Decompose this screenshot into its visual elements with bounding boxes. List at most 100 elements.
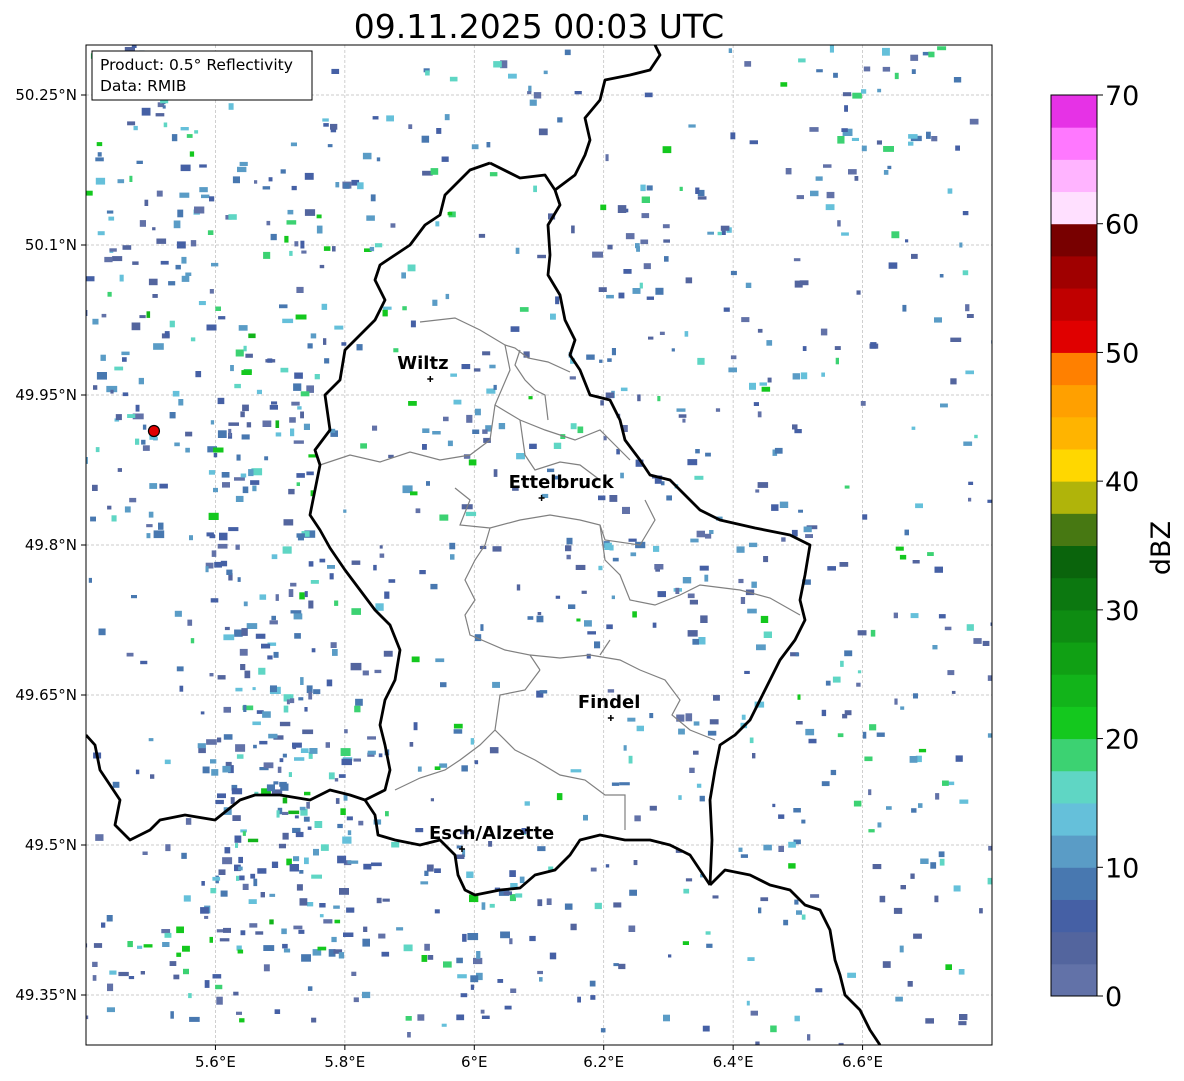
echo-cell (696, 783, 702, 788)
echo-cell (709, 719, 719, 725)
echo-cell (489, 747, 499, 754)
echo-cell (749, 140, 758, 145)
echo-cell (390, 223, 396, 228)
echo-cell (424, 870, 429, 876)
echo-cell (852, 92, 862, 99)
echo-cell (420, 881, 429, 885)
echo-cell (862, 514, 868, 520)
echo-cell (135, 404, 140, 412)
echo-cell (322, 118, 329, 122)
echo-cell (179, 685, 184, 692)
echo-cell (539, 977, 543, 982)
echo-cell (136, 160, 143, 164)
echo-cell (888, 262, 898, 269)
echo-cell (122, 357, 127, 362)
echo-cell (264, 456, 269, 461)
echo-cell (876, 732, 885, 737)
echo-cell (241, 628, 248, 636)
echo-cell (296, 533, 305, 538)
echo-cell (422, 428, 430, 433)
echo-cell (146, 311, 151, 318)
echo-cell (95, 157, 104, 162)
echo-cell (649, 805, 657, 811)
echo-cell (820, 328, 828, 336)
echo-cell (900, 706, 905, 710)
echo-cell (307, 826, 312, 830)
colorbar-ticks: 0 10 20 30 40 50 60 70 (1097, 81, 1139, 1013)
echo-cell (550, 313, 556, 320)
echo-cell (351, 560, 361, 565)
echo-cell (410, 320, 416, 328)
echo-cell (857, 630, 867, 636)
echo-cell (324, 358, 330, 364)
echo-cell (415, 508, 421, 514)
x-tick-label: 6.6°E (842, 1053, 883, 1071)
echo-cell (794, 1015, 800, 1022)
echo-cell (632, 288, 641, 294)
echo-cell (223, 734, 233, 740)
echo-cell (689, 767, 695, 773)
echo-cell (299, 806, 306, 811)
echo-cell (335, 798, 340, 804)
echo-cell (625, 233, 635, 240)
echo-cell (945, 964, 952, 970)
echo-cell (171, 134, 178, 142)
echo-cell (313, 689, 321, 695)
echo-cell (571, 225, 575, 234)
echo-cell (965, 304, 970, 312)
echo-cell (749, 382, 756, 390)
echo-cell (340, 748, 351, 756)
echo-cell (263, 945, 275, 951)
echo-cell (778, 845, 784, 852)
echo-cell (958, 1021, 967, 1026)
echo-cell (234, 383, 241, 389)
echo-cell (815, 988, 823, 993)
echo-cell (657, 396, 661, 402)
echo-cell (911, 808, 917, 813)
echo-cell (273, 781, 279, 785)
echo-cell (140, 971, 145, 975)
echo-cell (194, 206, 205, 214)
echo-cell (622, 506, 630, 514)
echo-cell (238, 325, 248, 331)
echo-cell (519, 307, 529, 312)
echo-cell (987, 675, 992, 681)
echo-cell (190, 638, 195, 644)
echo-cell (388, 579, 396, 583)
echo-cell (86, 457, 88, 464)
city-label: Esch/Alzette (429, 823, 554, 844)
echo-cell (447, 212, 453, 216)
echo-cell (275, 432, 282, 437)
echo-cell (96, 142, 103, 147)
echo-cell (86, 276, 95, 282)
echo-cell (747, 608, 757, 614)
echo-cell (959, 242, 963, 248)
echo-cell (213, 447, 224, 453)
echo-cell (104, 256, 113, 263)
echo-cell (132, 261, 139, 265)
echo-cell (273, 651, 279, 658)
echo-cell (527, 91, 532, 95)
info-data-source: Data: RMIB (100, 77, 187, 95)
colorbar-tick-label: 20 (1105, 725, 1139, 756)
echo-cell (825, 680, 831, 686)
echo-cell (566, 537, 573, 545)
echo-cell (435, 658, 445, 663)
colorbar-cell (1051, 223, 1097, 257)
echo-cell (827, 566, 836, 571)
echo-cell (449, 542, 456, 550)
echo-cell (707, 730, 717, 736)
echo-cell (162, 20, 167, 26)
echo-cell (197, 743, 206, 749)
echo-cell (210, 888, 217, 894)
echo-cell (255, 633, 266, 639)
echo-cell (357, 182, 364, 190)
echo-cell (236, 1011, 242, 1015)
echo-cell (163, 122, 168, 128)
colorbar-cell (1051, 416, 1097, 450)
echo-cell (671, 348, 675, 352)
echo-cell (785, 168, 792, 175)
echo-cell (209, 289, 214, 294)
echo-cell (798, 509, 803, 513)
echo-cell (93, 943, 103, 948)
